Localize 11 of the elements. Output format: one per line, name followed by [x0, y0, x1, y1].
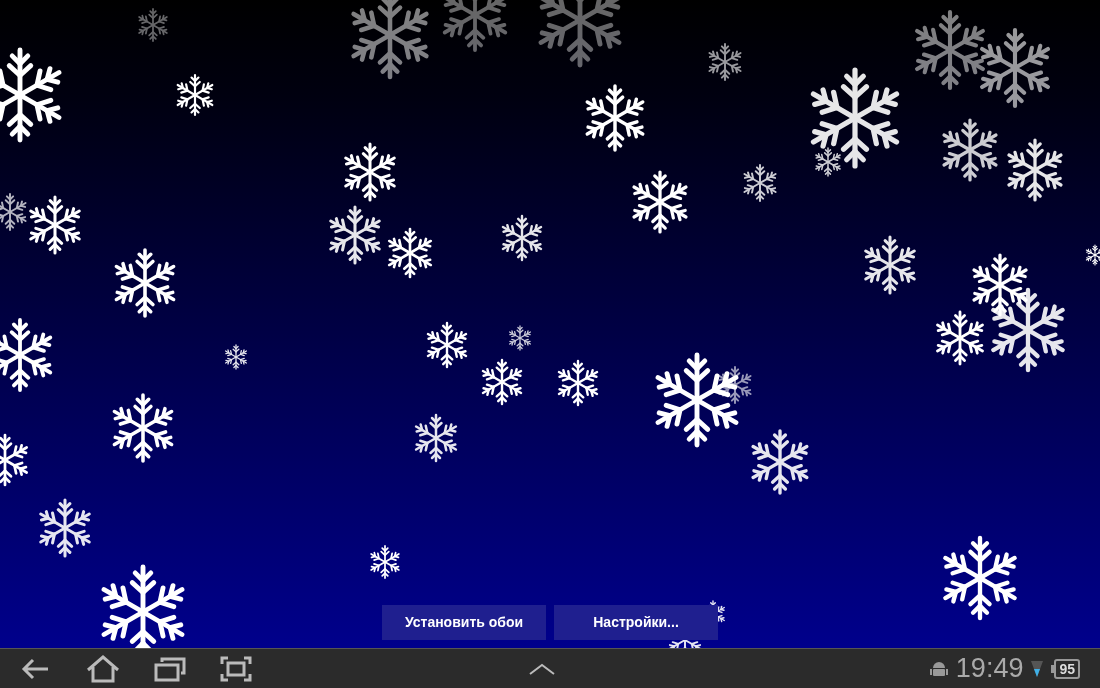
- recent-apps-icon[interactable]: [154, 655, 186, 682]
- wifi-signal-icon: [1031, 658, 1044, 679]
- settings-button[interactable]: Настройки...: [554, 605, 718, 640]
- set-wallpaper-button[interactable]: Установить обои: [382, 605, 546, 640]
- android-icon: [929, 659, 948, 678]
- chevron-up-icon[interactable]: [528, 661, 556, 676]
- clock-time: 19:49: [955, 655, 1024, 682]
- home-icon[interactable]: [86, 654, 120, 683]
- battery-indicator: 95: [1051, 658, 1080, 679]
- screenshot-icon[interactable]: [220, 655, 252, 682]
- back-icon[interactable]: [20, 656, 50, 681]
